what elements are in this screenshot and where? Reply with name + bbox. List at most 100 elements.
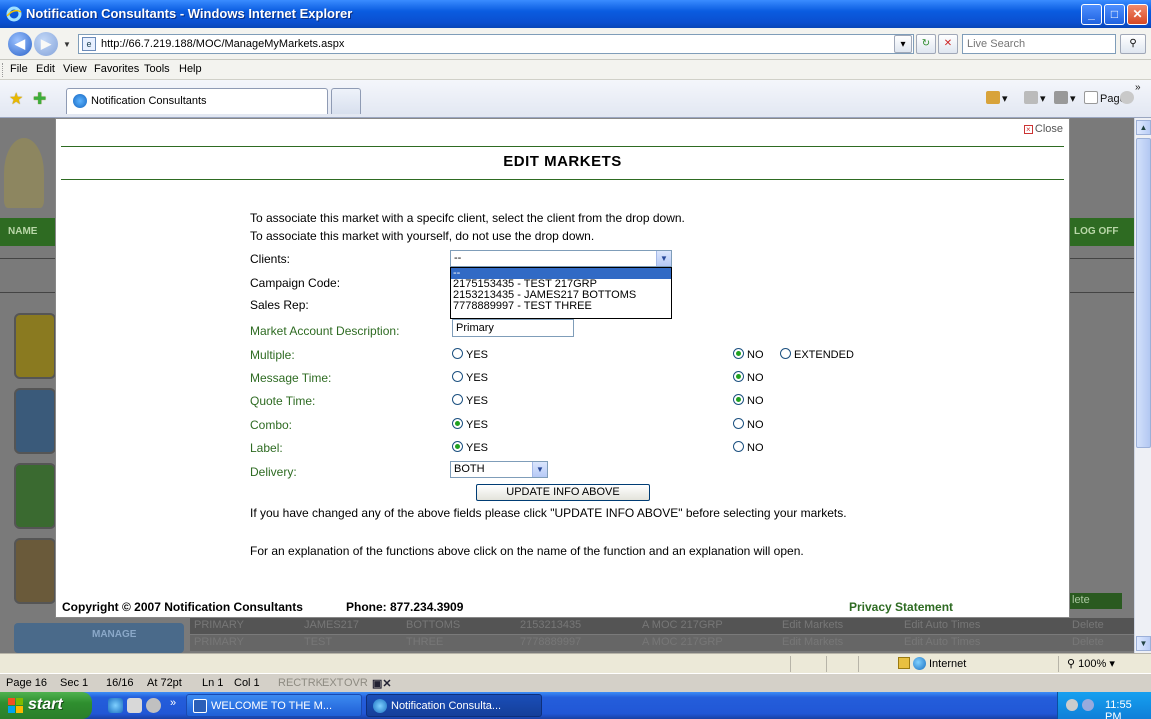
market-desc-input[interactable] [452, 319, 574, 337]
menu-help[interactable]: Help [179, 63, 202, 75]
status-ovr[interactable]: OVR [344, 677, 368, 689]
tools-menu[interactable] [1120, 91, 1136, 105]
status-rec[interactable]: REC [278, 677, 301, 689]
status-divider [1058, 656, 1059, 672]
quicklaunch-media-icon[interactable] [146, 698, 161, 713]
quicklaunch-ie-icon[interactable] [108, 698, 123, 713]
ie-icon [373, 699, 387, 713]
search-button[interactable]: ⚲ [1120, 34, 1146, 54]
bg-group-tile [14, 463, 56, 529]
page-scrollbar[interactable]: ▲ ▼ [1134, 118, 1151, 653]
start-button[interactable]: start [0, 692, 92, 719]
radio-dot-icon [733, 394, 744, 405]
speaker-icon[interactable] [1082, 699, 1094, 711]
label-yes-radio[interactable]: YES [452, 441, 488, 454]
status-divider [858, 656, 859, 672]
label-no-radio[interactable]: NO [733, 441, 764, 454]
back-button[interactable]: ◀ [8, 32, 32, 56]
message-time-no-radio[interactable]: NO [733, 371, 764, 384]
spelling-status-icon[interactable]: ▣✕ [372, 677, 392, 690]
bg-nav-right: LOG OFF [1070, 218, 1134, 246]
quote-time-label[interactable]: Quote Time: [250, 394, 315, 408]
quicklaunch-people-icon[interactable] [127, 698, 142, 713]
address-dropdown-button[interactable]: ▾ [894, 35, 912, 53]
message-time-label[interactable]: Message Time: [250, 371, 331, 385]
favorites-star-icon[interactable]: ★ [9, 89, 23, 109]
task-word-document[interactable]: WELCOME TO THE M... [186, 694, 362, 717]
window-titlebar[interactable]: Notification Consultants - Windows Inter… [0, 0, 1151, 28]
multiple-label[interactable]: Multiple: [250, 348, 295, 362]
modal-close-link[interactable]: × Close [1023, 123, 1063, 135]
scroll-thumb[interactable] [1136, 138, 1151, 448]
delivery-selected-value: BOTH [454, 463, 485, 475]
minimize-button[interactable]: _ [1081, 4, 1102, 25]
print-button[interactable]: ▾ [1054, 91, 1076, 105]
stop-button[interactable]: ✕ [938, 34, 958, 54]
delivery-label[interactable]: Delivery: [250, 465, 297, 479]
forward-button[interactable]: ▶ [34, 32, 58, 56]
protected-mode-icon [898, 657, 910, 669]
toolbar-overflow-icon[interactable]: » [1135, 82, 1141, 93]
combo-label[interactable]: Combo: [250, 418, 292, 432]
ie-page-icon [73, 94, 87, 108]
back-arrow-icon: ◀ [15, 36, 25, 51]
ie-logo-icon [6, 6, 22, 22]
quote-time-yes-radio[interactable]: YES [452, 394, 488, 407]
message-time-yes-radio[interactable]: YES [452, 371, 488, 384]
status-ext[interactable]: EXT [322, 677, 343, 689]
home-icon [986, 91, 1000, 104]
live-search-input[interactable] [963, 35, 1113, 53]
privacy-statement-link[interactable]: Privacy Statement [849, 600, 953, 614]
combo-yes-radio[interactable]: YES [452, 418, 488, 431]
menu-view[interactable]: View [63, 63, 87, 75]
label-label[interactable]: Label: [250, 441, 283, 455]
close-window-button[interactable]: ✕ [1127, 4, 1148, 25]
sales-rep-label[interactable]: Sales Rep: [250, 298, 309, 312]
multiple-extended-radio[interactable]: EXTENDED [780, 348, 854, 361]
menu-tools[interactable]: Tools [144, 63, 170, 75]
quicklaunch-overflow-icon[interactable]: » [170, 697, 176, 709]
radio-dot-icon [452, 371, 463, 382]
feeds-button[interactable]: ▾ [1024, 91, 1046, 105]
delivery-select[interactable]: BOTH ▼ [450, 461, 548, 478]
campaign-code-label[interactable]: Campaign Code: [250, 276, 340, 290]
clients-select[interactable]: -- ▼ [450, 250, 672, 267]
tray-back-icon[interactable] [1066, 699, 1078, 711]
multiple-yes-radio[interactable]: YES [452, 348, 488, 361]
history-dropdown-icon[interactable]: ▼ [63, 40, 71, 49]
task-label: Notification Consulta... [391, 700, 502, 712]
live-search-box[interactable] [962, 34, 1116, 54]
chevron-down-icon: ▾ [900, 39, 906, 50]
address-field[interactable]: e http://66.7.219.188/MOC/ManageMyMarket… [78, 34, 914, 54]
zoom-control[interactable]: ⚲ 100% ▾ [1067, 657, 1115, 670]
bg-divider [0, 292, 55, 293]
market-desc-label[interactable]: Market Account Description: [250, 324, 399, 338]
home-button[interactable]: ▾ [986, 91, 1008, 105]
radio-dot-icon [733, 441, 744, 452]
quote-time-no-radio[interactable]: NO [733, 394, 764, 407]
dropdown-option[interactable]: 7778889997 - TEST THREE [451, 301, 671, 312]
close-icon: × [1023, 125, 1033, 134]
task-ie-window[interactable]: Notification Consulta... [366, 694, 542, 717]
combo-no-radio[interactable]: NO [733, 418, 764, 431]
multiple-no-radio[interactable]: NO [733, 348, 764, 361]
refresh-button[interactable]: ↻ [916, 34, 936, 54]
status-col: Col 1 [234, 677, 260, 689]
status-trk[interactable]: TRK [301, 677, 323, 689]
clients-dropdown-list[interactable]: -- 2175153435 - TEST 217GRP 2153213435 -… [450, 267, 672, 319]
status-pages: 16/16 [106, 677, 134, 689]
menu-file[interactable]: File [10, 63, 28, 75]
security-zone[interactable]: Internet [898, 657, 966, 670]
menu-edit[interactable]: Edit [36, 63, 55, 75]
maximize-button[interactable]: □ [1104, 4, 1125, 25]
add-favorites-icon[interactable]: ✚ [33, 89, 46, 109]
scroll-up-icon[interactable]: ▲ [1136, 120, 1151, 135]
menu-favorites[interactable]: Favorites [94, 63, 139, 75]
scroll-down-icon[interactable]: ▼ [1136, 636, 1151, 651]
radio-dot-icon [452, 418, 463, 429]
globe-icon [913, 657, 926, 670]
new-tab-button[interactable] [331, 88, 361, 114]
update-info-button[interactable]: UPDATE INFO ABOVE [476, 484, 650, 501]
tab-notification-consultants[interactable]: Notification Consultants [66, 88, 328, 114]
clock[interactable]: 11:55 PM [1105, 699, 1151, 719]
